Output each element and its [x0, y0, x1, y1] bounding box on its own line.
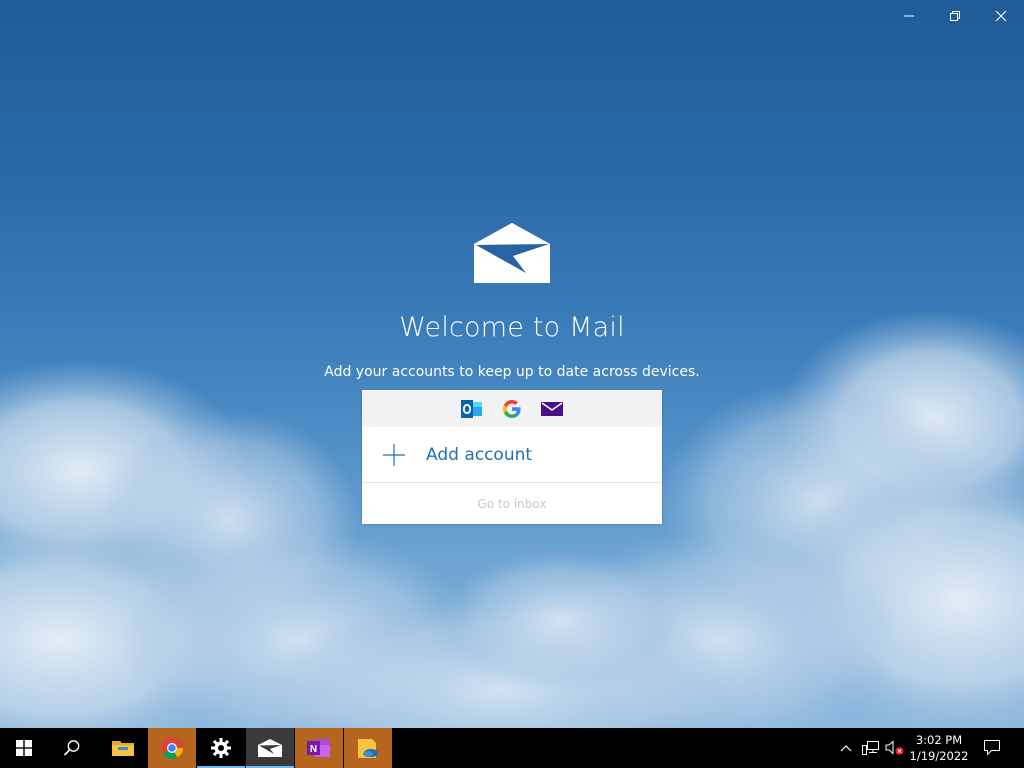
start-button[interactable] [0, 728, 48, 768]
clock-time: 3:02 PM [915, 733, 963, 747]
provider-bar [362, 390, 662, 427]
photos-icon [358, 739, 378, 758]
add-account-label: Add account [426, 444, 533, 465]
welcome-title: Welcome to Mail [399, 312, 625, 343]
chrome-icon [161, 737, 183, 759]
mail-taskbar-button[interactable] [246, 728, 294, 768]
onenote-button[interactable]: N [295, 728, 343, 768]
file-explorer-icon [112, 741, 134, 756]
desktop: Welcome to Mail Add your accounts to kee… [0, 0, 1024, 768]
plus-icon [383, 443, 405, 466]
settings-icon [211, 738, 231, 758]
google-icon [501, 398, 523, 420]
minimize-icon [904, 15, 914, 17]
search-button[interactable] [48, 728, 96, 768]
notification-icon [984, 740, 1000, 756]
file-explorer-button[interactable] [99, 728, 147, 768]
go-to-inbox-button[interactable]: Go to inbox [362, 483, 662, 524]
outlook-icon [461, 398, 483, 420]
search-icon [63, 740, 80, 756]
minimize-button[interactable] [886, 0, 932, 32]
clock-date: 1/19/2022 [909, 749, 969, 763]
mail-icon [258, 739, 282, 757]
onenote-icon: N [307, 739, 330, 757]
close-button[interactable] [978, 0, 1024, 32]
volume-button[interactable] [884, 740, 906, 756]
volume-muted-icon [885, 740, 904, 755]
chrome-button[interactable] [148, 728, 196, 768]
show-hidden-icons-button[interactable] [838, 740, 854, 756]
mail-logo-icon [474, 223, 550, 283]
mail-envelope-icon [541, 398, 563, 420]
add-account-button[interactable]: Add account [362, 427, 662, 483]
account-card: Add account Go to inbox [362, 390, 662, 524]
onenote-letter: N [310, 744, 317, 755]
restore-icon [950, 11, 960, 21]
network-button[interactable] [861, 740, 881, 756]
start-icon [16, 740, 32, 756]
welcome-subtitle: Add your accounts to keep up to date acr… [324, 364, 700, 380]
settings-button[interactable] [197, 728, 245, 768]
clock[interactable]: 3:02 PM 1/19/2022 [906, 732, 972, 764]
mail-app-window: Welcome to Mail Add your accounts to kee… [0, 0, 1024, 728]
network-icon [862, 741, 879, 755]
photos-button[interactable] [344, 728, 392, 768]
close-icon [995, 10, 1007, 22]
restore-button[interactable] [932, 0, 978, 32]
taskbar: N 3:02 PM 1/19/2022 [0, 728, 1024, 768]
action-center-button[interactable] [982, 739, 1002, 756]
chevron-up-icon [840, 745, 852, 752]
